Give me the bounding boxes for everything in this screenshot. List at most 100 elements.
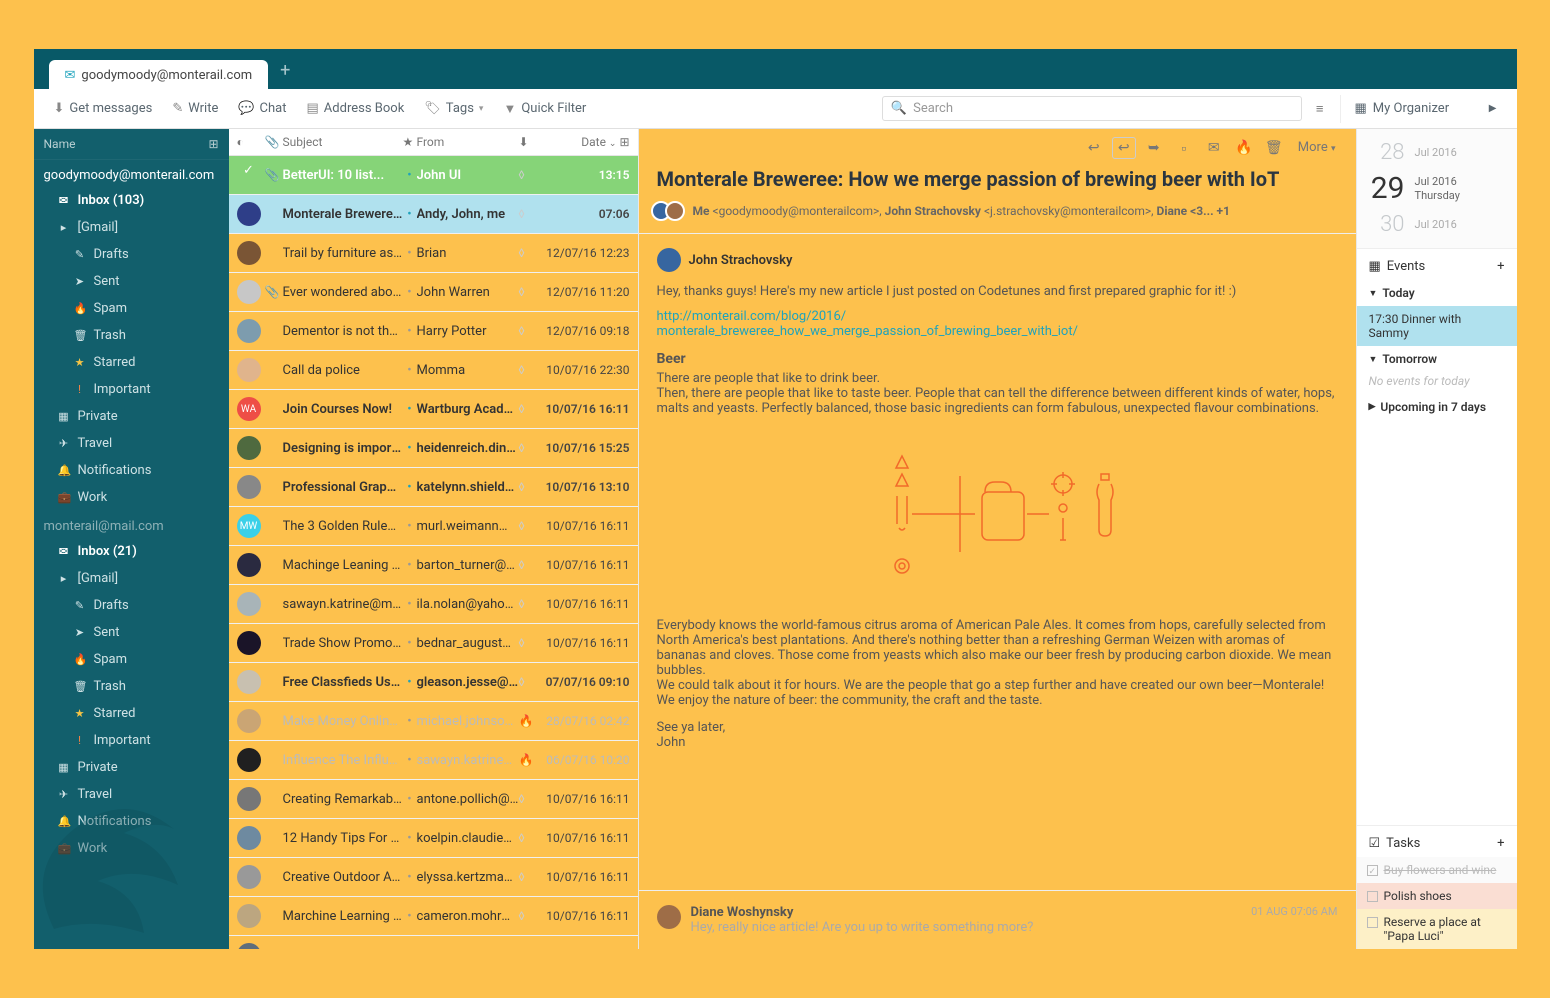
menu-button[interactable]: ≡ (1306, 96, 1334, 122)
date-row[interactable]: 28Jul 2016 (1357, 137, 1517, 168)
avatar-col[interactable]: ◐ (237, 135, 265, 149)
folder-item[interactable]: ✉Inbox (103) (34, 187, 229, 214)
folder-item[interactable]: ▦Private (34, 403, 229, 430)
add-task-button[interactable]: + (1497, 836, 1504, 851)
folder-label: [Gmail] (78, 571, 119, 586)
message-row[interactable]: Professional Graphic De...•katelynn.shie… (229, 468, 638, 507)
message-row[interactable]: Call da police•Momma◊10/07/16 22:30 (229, 351, 638, 390)
get-messages-button[interactable]: ⬇Get messages (46, 96, 161, 121)
add-tab-button[interactable]: + (268, 52, 302, 89)
task-item[interactable]: Polish shoes (1357, 883, 1517, 909)
message-row[interactable]: Influence The Influence...•sawayn.katrin… (229, 741, 638, 780)
reply-preview[interactable]: Diane Woshynsky01 AUG 07:06 AM Hey, real… (639, 890, 1356, 949)
task-item[interactable]: Buy flowers and wine (1357, 857, 1517, 883)
date-row[interactable]: 29Jul 2016Thursday (1357, 168, 1517, 209)
more-button[interactable]: More ▾ (1292, 137, 1342, 159)
message-row[interactable]: Designing is important•heidenreich.din@y… (229, 429, 638, 468)
delete-button[interactable]: 🗑 (1262, 137, 1286, 159)
from-col[interactable]: From (417, 135, 519, 149)
folder-label: Starred (94, 706, 136, 721)
junk-button[interactable]: 🔥 (1232, 137, 1256, 159)
folder-label: Drafts (94, 247, 129, 262)
checkbox[interactable] (1367, 865, 1378, 876)
account-header[interactable]: goodymoody@monterail.com (34, 160, 229, 187)
browser-tab[interactable]: ✉ goodymoody@monterail.com (49, 60, 269, 89)
message-row[interactable]: Make Money Online Thr...•michael.johnson… (229, 702, 638, 741)
folder-item[interactable]: 🗑Trash (34, 673, 229, 700)
reply-all-button[interactable]: ↩ (1112, 137, 1136, 159)
star-col[interactable]: ★ (403, 135, 417, 149)
folder-item[interactable]: !Important (34, 376, 229, 403)
folder-item[interactable]: ▸[Gmail] (34, 214, 229, 241)
attachment-col[interactable]: 📎 (265, 135, 283, 149)
folder-item[interactable]: ➤Sent (34, 619, 229, 646)
chat-button[interactable]: 💬Chat (230, 96, 294, 121)
organizer-toggle[interactable]: ▦My Organizer ▶ (1347, 96, 1505, 121)
folder-item[interactable]: 🔥Spam (34, 646, 229, 673)
inbox-button[interactable]: ✉ (1202, 137, 1226, 159)
archive-button[interactable]: ▫ (1172, 137, 1196, 159)
chat-icon: 💬 (238, 101, 254, 116)
folder-item[interactable]: ✎Drafts (34, 241, 229, 268)
avatar (237, 241, 261, 265)
message-row[interactable]: 📎Ever wondered abou...•John Warren◊12/07… (229, 273, 638, 312)
folder-item[interactable]: 🔔Notifications (34, 457, 229, 484)
folder-item[interactable]: !Important (34, 727, 229, 754)
message-row[interactable]: Monterale Breweree: H...•Andy, John, me◊… (229, 195, 638, 234)
today-header[interactable]: ▼Today (1357, 280, 1517, 306)
columns-icon[interactable]: ⊞ (208, 137, 218, 151)
address-book-button[interactable]: ▤Address Book (299, 96, 413, 121)
folder-item[interactable]: 🗑Trash (34, 322, 229, 349)
folder-item[interactable]: ▸[Gmail] (34, 565, 229, 592)
subject-col[interactable]: Subject (283, 135, 403, 149)
task-item[interactable]: Reserve a place at "Papa Luci" (1357, 909, 1517, 949)
reply-button[interactable]: ↩ (1082, 137, 1106, 159)
forward-button[interactable]: ➥ (1142, 137, 1166, 159)
upcoming-header[interactable]: ▶Upcoming in 7 days (1357, 394, 1517, 420)
folder-item[interactable]: ✎Drafts (34, 592, 229, 619)
column-headers: ◐ 📎 Subject ★ From ⬇ Date ⌄ ⊞ (229, 129, 638, 156)
folder-item[interactable]: ➤Sent (34, 268, 229, 295)
quick-filter-button[interactable]: ▼Quick Filter (495, 96, 594, 122)
message-row[interactable]: MWThe 3 Golden Rules Proff...•murl.weima… (229, 507, 638, 546)
message-row[interactable]: Dementor is not that bad•Harry Potter◊12… (229, 312, 638, 351)
message-row[interactable]: Creative Outdoor Ads•elyssa.kertzmann@ya… (229, 858, 638, 897)
checkbox[interactable] (1367, 917, 1378, 928)
folder-item[interactable]: 🔥Spam (34, 295, 229, 322)
hot-col[interactable]: ⬇ (519, 135, 535, 149)
date-row[interactable]: 30Jul 2016 (1357, 209, 1517, 240)
folder-item[interactable]: ★Starred (34, 349, 229, 376)
message-row[interactable]: Creating Remarkable Po...•antone.pollich… (229, 780, 638, 819)
message-row[interactable]: sawayn.katrine@manley...•ila.nolan@yahoo… (229, 585, 638, 624)
message-row[interactable]: Trail by furniture as...•Brian◊12/07/16 … (229, 234, 638, 273)
article-link[interactable]: http://monterail.com/blog/2016/ (657, 309, 847, 324)
write-button[interactable]: ✎Write (164, 96, 226, 121)
article-link-2[interactable]: monterale_breweree_how_we_merge_passion_… (657, 324, 1078, 339)
message-row[interactable]: 12 Handy Tips For Gener...•koelpin.claud… (229, 819, 638, 858)
account-header[interactable]: monterail@mail.com (34, 511, 229, 538)
tomorrow-header[interactable]: ▼Tomorrow (1357, 346, 1517, 372)
from: koelpin.claudie@gmail... (417, 831, 519, 846)
heat-icon: ◊ (519, 285, 535, 299)
message-row[interactable]: Free Classfieds Using Th...•gleason.jess… (229, 663, 638, 702)
message-row[interactable]: WAJoin Courses Now!•Wartburg Academy◊10/… (229, 390, 638, 429)
search-input[interactable]: 🔍Search (882, 96, 1302, 121)
date-col[interactable]: Date ⌄ ⊞ (535, 135, 630, 149)
checkbox[interactable] (1367, 891, 1378, 902)
folder-item[interactable]: ★Starred (34, 700, 229, 727)
folder-item[interactable]: 💼Work (34, 484, 229, 511)
event-item[interactable]: 17:30 Dinner with Sammy (1357, 306, 1517, 346)
message-row[interactable]: Machinge Leaning is ...•barton_turner@ef… (229, 546, 638, 585)
folder-icon: ✈ (58, 437, 70, 450)
message-title: Monterale Breweree: How we merge passion… (639, 159, 1356, 201)
folder-icon: ✎ (74, 599, 86, 612)
folder-item[interactable]: ✈Travel (34, 430, 229, 457)
message-row[interactable]: Marchine Learning is ...•cameron.mohr@ar… (229, 897, 638, 936)
tags-button[interactable]: 🏷Tags▾ (416, 96, 491, 121)
add-event-button[interactable]: + (1497, 259, 1504, 274)
message-row[interactable]: Aloha from Hawaii!•Marianne◊19/03/16 16:… (229, 936, 638, 949)
message-row[interactable]: Trade Show Promotions•bednar_august@hend… (229, 624, 638, 663)
folder-item[interactable]: ✉Inbox (21) (34, 538, 229, 565)
message-row[interactable]: ✓📎BetterUI: 10 list...•John UI◊13:15 (229, 156, 638, 195)
avatar (237, 202, 261, 226)
